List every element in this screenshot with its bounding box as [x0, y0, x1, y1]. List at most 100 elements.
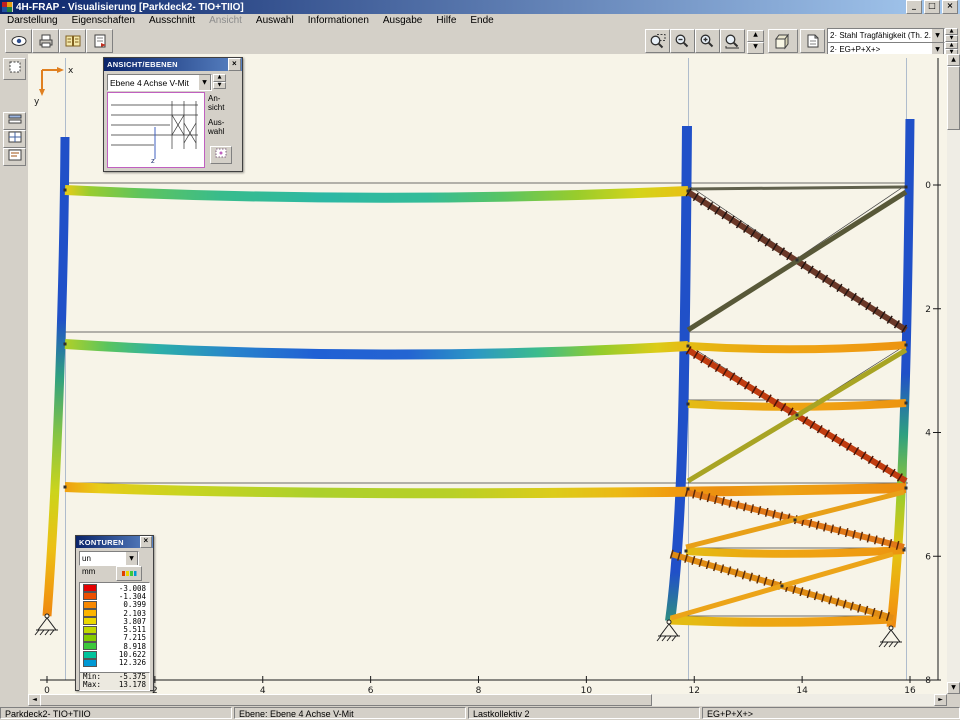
document-export-button[interactable]: [86, 29, 113, 53]
minimize-button[interactable]: _: [906, 0, 922, 14]
output-page-button[interactable]: [800, 29, 825, 53]
report-tables-button[interactable]: [59, 29, 86, 53]
svg-text:6: 6: [925, 552, 931, 562]
document-icon: [91, 33, 109, 49]
printer-icon: [37, 33, 55, 49]
menu-item-ausgabe[interactable]: Ausgabe: [376, 15, 429, 26]
selection-mode-button[interactable]: [210, 146, 232, 164]
level-select[interactable]: Ebene 4 Achse V-Mit ▼: [107, 74, 212, 91]
level-preview[interactable]: z: [107, 92, 205, 168]
load-case-select-value: 2· Stahl Tragfähigkeit (Th. 2. O: [828, 31, 931, 40]
book-icon: [64, 33, 82, 49]
legend-color-swatch: [83, 584, 97, 592]
auswahl-label: Aus-wahl: [208, 118, 224, 136]
eye-icon: [10, 33, 28, 49]
konturen-panel-titlebar[interactable]: KONTUREN ×: [76, 536, 153, 548]
beam-level5-right: [686, 550, 904, 554]
combination-spinner: ▲ ▼: [945, 42, 956, 55]
status-cell-2: Lastkollektiv 2: [468, 707, 700, 719]
svg-text:4: 4: [260, 686, 266, 694]
level-spin-down[interactable]: ▼: [213, 82, 226, 90]
crosshair-icon: [214, 146, 228, 164]
view-options-button[interactable]: [5, 29, 32, 53]
menu-item-ende[interactable]: Ende: [463, 15, 500, 26]
legend-color-swatch: [83, 651, 97, 659]
menu-item-auswahl[interactable]: Auswahl: [249, 15, 301, 26]
view-tool-button-3[interactable]: [3, 148, 26, 166]
legend-value: 12.326: [97, 658, 146, 667]
max-label: Max:: [83, 681, 101, 689]
svg-text:6: 6: [368, 686, 374, 694]
level-spin-up[interactable]: ▲: [213, 74, 226, 82]
window-controls: _ □ ×: [906, 0, 958, 14]
menu-bar: DarstellungEigenschaftenAusschnittAnsich…: [0, 14, 960, 28]
print-button[interactable]: [32, 29, 59, 53]
legend-row: 12.326: [80, 659, 149, 667]
ansicht-panel-titlebar[interactable]: ANSICHT/EBENEN ×: [104, 58, 242, 71]
zoom-full-button[interactable]: [720, 29, 745, 53]
cube-3d-icon: [773, 32, 793, 50]
menu-item-ansicht[interactable]: Ansicht: [202, 15, 249, 26]
beam-level1-right: [688, 187, 906, 189]
ansicht-label: An-sicht: [208, 94, 224, 112]
level-spinner: ▲ ▼: [213, 74, 224, 89]
menu-item-darstellung[interactable]: Darstellung: [0, 15, 65, 26]
beam-level2-right: [688, 345, 906, 349]
view-rotation-spinner: ▲ ▼: [747, 30, 762, 54]
menu-item-hilfe[interactable]: Hilfe: [429, 15, 463, 26]
svg-text:0: 0: [44, 686, 50, 694]
quantity-select-value: un: [80, 554, 125, 563]
vertical-scroll-thumb[interactable]: [947, 66, 960, 130]
close-icon[interactable]: ×: [228, 58, 241, 71]
spin-up-button[interactable]: ▲: [747, 30, 764, 42]
perspective-view-button[interactable]: [768, 29, 798, 53]
status-cell-3: EG+P+X+>: [702, 707, 960, 719]
z-axis-label: z: [151, 157, 155, 165]
horizontal-scroll-thumb[interactable]: [40, 694, 652, 706]
maximize-button[interactable]: □: [924, 0, 940, 14]
legend-color-swatch: [83, 609, 97, 617]
scroll-right-button[interactable]: ►: [934, 694, 947, 706]
chevron-down-icon[interactable]: ▼: [198, 74, 211, 91]
menu-item-eigenschaften[interactable]: Eigenschaften: [65, 15, 142, 26]
close-icon[interactable]: ×: [140, 536, 152, 548]
vertical-scrollbar[interactable]: ▲ ▼: [947, 54, 960, 694]
left-toolbar: [0, 54, 29, 706]
unit-label: mm: [82, 567, 95, 576]
info-panel-icon: [8, 148, 22, 166]
scroll-up-button[interactable]: ▲: [947, 54, 960, 66]
legend-color-swatch: [83, 626, 97, 634]
window-title: 4H-FRAP - Visualisierung [Parkdeck2- TIO…: [16, 2, 906, 13]
status-bar: Parkdeck2- TIO+TIIOEbene: Ebene 4 Achse …: [0, 706, 960, 720]
svg-text:12: 12: [689, 686, 700, 694]
scroll-down-button[interactable]: ▼: [947, 682, 960, 694]
beam-bottom-chord: [670, 619, 892, 622]
minmax-box: Min:-5.375 Max:13.178: [79, 672, 150, 691]
title-bar: 4H-FRAP - Visualisierung [Parkdeck2- TIO…: [0, 0, 960, 14]
load-case-spin-up[interactable]: ▲: [945, 28, 958, 35]
konturen-panel: KONTUREN × un ▼ mm -3.008-1.3040.3992.10…: [75, 535, 154, 691]
layers-icon: [8, 112, 22, 130]
selection-tool-button[interactable]: [3, 58, 26, 80]
svg-text:16: 16: [904, 686, 916, 694]
menu-item-ausschnitt[interactable]: Ausschnitt: [142, 15, 202, 26]
svg-text:0: 0: [925, 181, 931, 191]
palette-settings-button[interactable]: [116, 566, 142, 581]
zoom-out-button[interactable]: [670, 29, 695, 53]
page-icon: [804, 33, 822, 49]
view-tool-button-2[interactable]: [3, 130, 26, 148]
selection-rect-icon: [8, 60, 22, 79]
zoom-in-icon: [699, 33, 717, 49]
horizontal-scrollbar[interactable]: ◄ ►: [28, 694, 947, 706]
zoom-out-icon: [674, 33, 692, 49]
combination-spin-up[interactable]: ▲: [945, 42, 958, 49]
view-tool-button-1[interactable]: [3, 112, 26, 130]
svg-text:8: 8: [925, 676, 931, 686]
spin-down-button[interactable]: ▼: [747, 42, 764, 54]
ansicht-ebenen-panel: ANSICHT/EBENEN × Ebene 4 Achse V-Mit ▼ ▲…: [103, 57, 243, 172]
close-button[interactable]: ×: [942, 0, 958, 14]
scrollbar-corner: [947, 694, 960, 706]
zoom-in-button[interactable]: [695, 29, 720, 53]
zoom-window-button[interactable]: [645, 29, 670, 53]
menu-item-informationen[interactable]: Informationen: [301, 15, 376, 26]
